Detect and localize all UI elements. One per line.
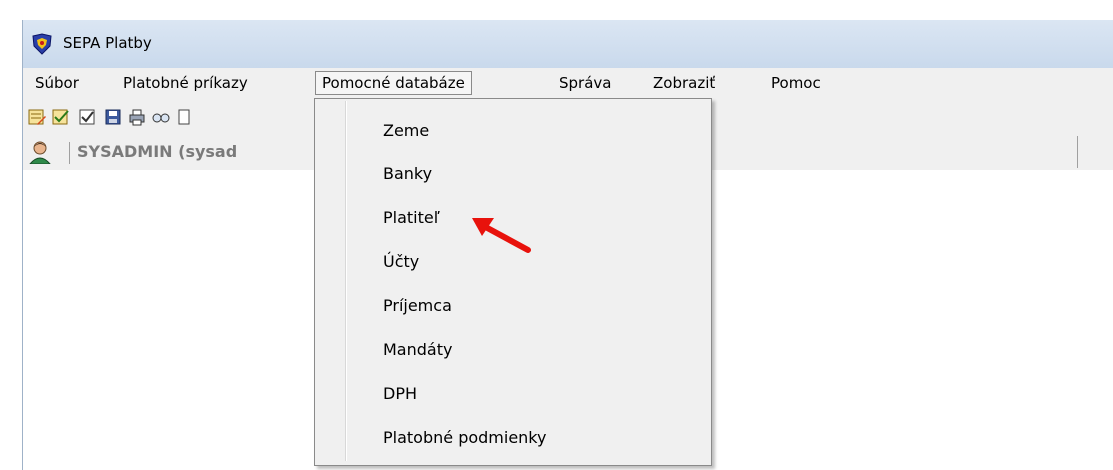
menu-pomoc[interactable]: Pomoc	[765, 71, 827, 95]
menu-sprava[interactable]: Správa	[553, 71, 617, 95]
window-title: SEPA Platby	[63, 34, 152, 52]
print-icon[interactable]	[127, 107, 147, 127]
copy-icon[interactable]	[175, 107, 195, 127]
menu-item-zeme[interactable]: Zeme	[349, 116, 699, 146]
save-icon[interactable]	[103, 107, 123, 127]
app-shield-icon	[32, 33, 52, 55]
menu-item-dph[interactable]: DPH	[349, 379, 699, 409]
menu-subor[interactable]: Súbor	[29, 71, 85, 95]
user-icon	[29, 141, 51, 164]
menu-bar: Súbor Platobné príkazy Pomocné databáze …	[22, 68, 1113, 98]
list-edit-icon[interactable]	[27, 107, 47, 127]
menu-item-banky[interactable]: Banky	[349, 159, 699, 189]
pomocne-databaze-dropdown: Zeme Banky Platiteľ Účty Príjemca Mandát…	[314, 98, 712, 466]
annotation-arrow-icon	[472, 218, 531, 253]
menu-pomocne-databaze[interactable]: Pomocné databáze	[315, 71, 472, 95]
title-bar: SEPA Platby	[22, 20, 1113, 68]
list-check-icon[interactable]	[51, 107, 71, 127]
menu-item-platobne-podmienky[interactable]: Platobné podmienky	[349, 423, 699, 453]
menu-icon-column	[345, 101, 347, 461]
checklist-icon[interactable]	[77, 107, 97, 127]
menu-item-mandaty[interactable]: Mandáty	[349, 335, 699, 365]
logged-in-user: SYSADMIN (sysad	[77, 142, 238, 161]
menu-platobne-prikazy[interactable]: Platobné príkazy	[117, 71, 254, 95]
menu-zobrazit[interactable]: Zobraziť	[647, 71, 721, 95]
search-icon[interactable]	[151, 107, 171, 127]
separator	[69, 142, 70, 164]
menu-item-prijemca[interactable]: Príjemca	[349, 291, 699, 321]
